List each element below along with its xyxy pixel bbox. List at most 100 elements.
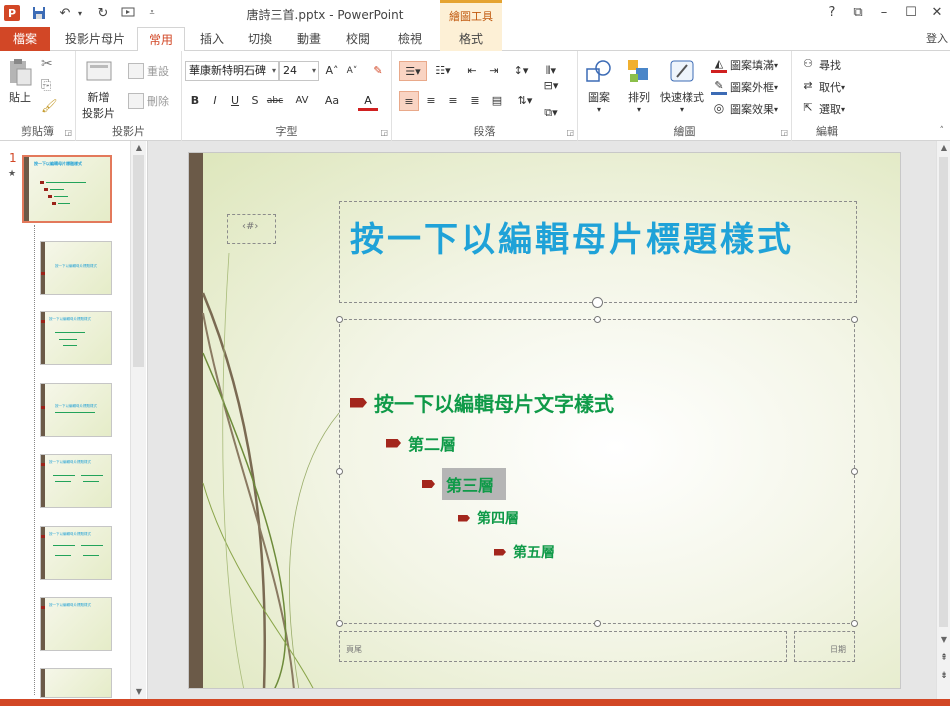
format-painter-icon[interactable]: 🖌 (41, 99, 58, 114)
tab-slide-master[interactable]: 投影片母片 (60, 27, 130, 51)
layout-thumbnail[interactable]: 按一下以編輯母片標題樣式 (40, 454, 112, 508)
distributed-icon[interactable]: ▤ (487, 91, 507, 111)
thumbnail-scrollbar[interactable]: ▲ ▼ (130, 141, 146, 699)
font-name-combo[interactable]: 華康新特明石碑 ▾ (185, 61, 279, 81)
minimize-button[interactable]: – (873, 4, 895, 22)
cut-icon[interactable]: ✂ (41, 56, 53, 72)
character-spacing-button[interactable]: AV (289, 91, 315, 111)
underline-button[interactable]: U (225, 91, 245, 111)
tab-transitions[interactable]: 切換 (238, 27, 282, 51)
resize-handle[interactable] (594, 620, 601, 627)
bold-button[interactable]: B (185, 91, 205, 111)
shape-outline-button[interactable]: ✎ 圖案外框 ▾ (711, 79, 778, 95)
bullets-button[interactable]: ☰▾ (399, 61, 427, 81)
shadow-button[interactable]: S (245, 91, 265, 111)
shapes-button[interactable]: 圖案 ▾ (584, 57, 614, 114)
resize-handle[interactable] (336, 316, 343, 323)
layout-thumbnail[interactable] (40, 668, 112, 698)
layout-thumbnail[interactable]: 按一下以編輯母片標題樣式 (40, 597, 112, 651)
next-slide-icon[interactable]: ⇟ (937, 671, 950, 681)
text-direction-icon[interactable]: ⇅▾ (512, 91, 538, 111)
align-center-icon[interactable]: ≡ (421, 91, 441, 111)
change-case-button[interactable]: Aa (318, 91, 346, 111)
italic-button[interactable]: I (205, 91, 225, 111)
numbering-button[interactable]: ☷▾ (430, 61, 456, 81)
strikethrough-button[interactable]: abc (265, 91, 285, 111)
resize-handle[interactable] (594, 316, 601, 323)
ribbon-display-options-button[interactable]: ⧉ (847, 4, 869, 22)
resize-handle[interactable] (336, 468, 343, 475)
layout-thumbnail[interactable]: 按一下以編輯母片標題樣式 (40, 526, 112, 580)
quick-styles-button[interactable]: 快速樣式 ▾ (660, 57, 704, 114)
resize-handle[interactable] (851, 468, 858, 475)
resize-handle[interactable] (336, 620, 343, 627)
justify-icon[interactable]: ≣ (465, 91, 485, 111)
rotate-handle-icon[interactable] (592, 297, 603, 308)
master-thumbnail[interactable]: 按一下以編輯母片標題樣式 (22, 155, 112, 223)
shrink-font-button[interactable]: A˅ (342, 61, 362, 81)
font-color-button[interactable]: A (358, 91, 378, 111)
help-button[interactable]: ? (821, 4, 843, 22)
body-placeholder[interactable]: 按一下以編輯母片文字樣式 第二層 第三層 第四層 第五層 (339, 319, 855, 624)
tab-format[interactable]: 格式 (440, 27, 502, 51)
reset-button[interactable]: 重設 (128, 63, 169, 79)
canvas-scrollbar[interactable]: ▲ ▼ ⇞ ⇟ (936, 141, 950, 699)
customize-quick-access-icon[interactable]: ⩡ (144, 5, 160, 21)
previous-slide-icon[interactable]: ⇞ (937, 653, 950, 663)
arrange-button[interactable]: 排列 ▾ (624, 57, 654, 114)
replace-button[interactable]: ⇄ 取代 ▾ (800, 79, 845, 95)
tab-file[interactable]: 檔案 (0, 27, 50, 51)
redo-icon[interactable]: ↻ (95, 5, 111, 21)
sign-in-link[interactable]: 登入 (926, 27, 948, 51)
align-left-icon[interactable]: ≡ (399, 91, 419, 111)
layout-thumbnail[interactable]: 按一下以編輯母片標題樣式 (40, 311, 112, 365)
align-right-icon[interactable]: ≡ (443, 91, 463, 111)
paragraph-launcher-icon[interactable]: ◲ (566, 128, 574, 137)
copy-icon[interactable]: ⎘ (41, 78, 51, 93)
tab-insert[interactable]: 插入 (190, 27, 234, 51)
layout-thumbnail[interactable]: 按一下以編輯母片標題樣式 (40, 241, 112, 295)
canvas-scroll-thumb[interactable] (939, 157, 948, 627)
slide-master[interactable]: ‹#› 按一下以編輯母片標題樣式 按一下以編輯母片文字樣式 第二層 第三層 第四… (188, 152, 901, 689)
delete-button[interactable]: 刪除 (128, 93, 169, 109)
grow-font-button[interactable]: A˄ (322, 61, 342, 81)
collapse-ribbon-icon[interactable]: ˄ (940, 126, 945, 136)
tab-view[interactable]: 檢視 (386, 27, 434, 51)
increase-indent-icon[interactable]: ⇥ (484, 61, 504, 81)
select-button[interactable]: ⇱ 選取 ▾ (800, 101, 845, 117)
new-slide-button[interactable]: 新增 投影片 (82, 57, 115, 121)
layout-thumbnail[interactable]: 按一下以編輯母片標題樣式 (40, 383, 112, 437)
shape-effects-button[interactable]: ◎ 圖案效果 ▾ (711, 101, 778, 117)
undo-dropdown-icon[interactable]: ▾ (72, 5, 88, 21)
close-button[interactable]: ✕ (926, 4, 948, 22)
title-placeholder[interactable]: 按一下以編輯母片標題樣式 (339, 201, 857, 303)
undo-icon[interactable]: ↶ (57, 5, 73, 21)
decrease-indent-icon[interactable]: ⇤ (462, 61, 482, 81)
thumbnail-scroll-thumb[interactable] (133, 155, 144, 367)
shape-fill-button[interactable]: ◭ 圖案填滿 ▾ (711, 57, 778, 73)
resize-handle[interactable] (851, 316, 858, 323)
paste-button[interactable]: 貼上 (5, 57, 35, 105)
font-size-combo[interactable]: 24 ▾ (279, 61, 319, 81)
scroll-up-arrow-icon[interactable]: ▲ (131, 141, 147, 155)
start-from-beginning-icon[interactable] (120, 5, 136, 21)
drawing-launcher-icon[interactable]: ◲ (780, 128, 788, 137)
maximize-button[interactable]: ☐ (900, 4, 922, 22)
convert-to-smartart-icon[interactable]: ⧉▾ (538, 103, 564, 123)
powerpoint-logo-icon[interactable]: P (4, 5, 20, 21)
save-icon[interactable] (31, 5, 47, 21)
resize-handle[interactable] (851, 620, 858, 627)
canvas-scroll-up-icon[interactable]: ▲ (937, 141, 950, 155)
line-spacing-icon[interactable]: ↕▾ (508, 61, 534, 81)
tab-home[interactable]: 常用 (137, 27, 185, 52)
tab-animations[interactable]: 動畫 (287, 27, 331, 51)
font-launcher-icon[interactable]: ◲ (380, 128, 388, 137)
clear-formatting-icon[interactable]: ✎ (368, 61, 388, 81)
tab-review[interactable]: 校閱 (336, 27, 380, 51)
canvas-scroll-down-icon[interactable]: ▼ (937, 633, 950, 647)
slide-number-placeholder[interactable]: ‹#› (227, 214, 276, 244)
find-button[interactable]: ⚇ 尋找 (800, 57, 841, 73)
date-placeholder[interactable]: 日期 (794, 631, 855, 662)
align-text-icon[interactable]: ⊟▾ (538, 76, 564, 96)
scroll-down-arrow-icon[interactable]: ▼ (131, 685, 147, 699)
